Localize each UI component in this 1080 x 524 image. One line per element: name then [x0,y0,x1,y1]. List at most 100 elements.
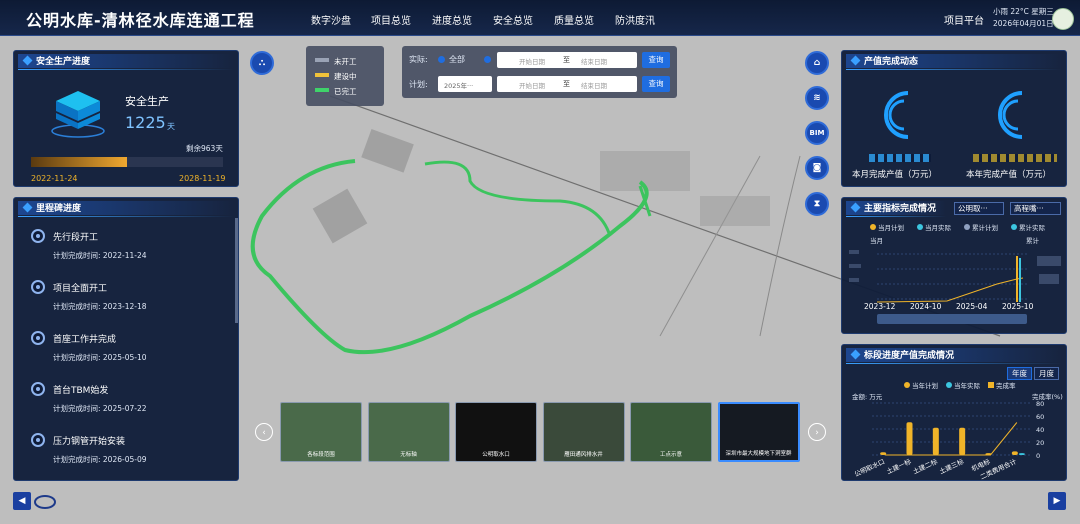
legend-swatch [315,88,329,92]
avatar[interactable] [1052,8,1074,30]
nav-flood-control[interactable]: 防洪度汛 [615,12,655,27]
rate-tick: 60 [1036,413,1044,421]
rate-tick: 20 [1036,439,1044,447]
plan-year-select[interactable]: 2025年··· [438,76,492,92]
category-label: 土建三标 [938,456,966,475]
legend-marker [988,382,994,388]
section-legend-label: 当年实际 [954,382,980,390]
legend-marker [1011,224,1017,230]
app-title: 公明水库-清林径水库连通工程 [26,11,255,30]
milestone-dot [31,229,45,243]
milestone-name: 项目全面开工 [53,284,108,294]
plan-to: 至 [563,80,570,88]
legend-label: 建设中 [334,72,357,81]
section-legend-label: 当年计划 [912,382,938,390]
rate-tick: 0 [1036,452,1040,460]
radio-all[interactable] [438,56,445,63]
legend-marker [904,382,910,388]
radio-custom[interactable] [484,56,491,63]
nav-progress-overview[interactable]: 进度总览 [432,12,472,27]
status-legend: 未开工 建设中 已完工 [306,46,384,106]
month-output-label: 本月完成产值（万元） [852,170,938,180]
milestone-name: 先行段开工 [53,233,99,243]
plan-start-input[interactable]: 开始日期 [519,80,545,90]
thumbnail-card[interactable]: 各标段范围 [280,402,362,462]
logo-icon [34,495,56,509]
thumb-next-button[interactable]: › [808,423,826,441]
tab-month[interactable]: 月度 [1034,367,1059,380]
thumbnail-card[interactable]: 雁田通风排水井 [542,402,625,462]
home-button[interactable]: ⌂ [805,51,829,75]
top-bar: 公明水库-清林径水库连通工程 数字沙盘 项目总览 进度总览 安全总览 质量总览 … [0,0,1080,36]
legend-label: 已完工 [334,87,357,96]
milestone-plan-date: 计划完成时间: 2026-05-09 [53,455,147,464]
server-icon [51,91,105,138]
actual-end-input[interactable]: 结束日期 [581,56,607,66]
category-label: 公明取水口 [853,457,886,479]
filter-box: 实际: 全部 开始日期 至 结束日期 查询 计划: 2025年··· 开始日期 … [402,46,677,98]
safety-end-date: 2028-11-19 [179,174,226,183]
section-legend-label: 完成率 [996,382,1016,390]
thumbnail-card[interactable]: 公明取水口 [455,402,537,462]
nav-quality-overview[interactable]: 质量总览 [554,12,594,27]
legend-swatch [315,73,329,77]
legend-marker [946,382,952,388]
safety-label: 安全生产 [125,95,169,108]
layers-button[interactable]: ≋ [805,86,829,110]
rate-tick: 80 [1036,400,1044,408]
nav-safety-overview[interactable]: 安全总览 [493,12,533,27]
thumbnail-card[interactable]: 工点示意 [630,402,712,462]
weather-info: 小雨 22°C 星期三 2026年04月01日 [993,6,1054,30]
hourglass-button[interactable]: ⧗ [805,192,829,216]
actual-query-button[interactable]: 查询 [642,52,670,68]
milestone-plan-date: 计划完成时间: 2022-11-24 [53,251,147,260]
milestone-dot [31,382,45,396]
thumb-prev-button[interactable]: ‹ [255,423,273,441]
actual-date-range[interactable]: 开始日期 至 结束日期 [497,52,637,68]
bar-plan [959,427,966,455]
indicator-chart [849,250,1061,324]
camera-button[interactable]: ◙ [805,156,829,180]
org-chart-button[interactable]: ⛬ [250,51,274,75]
bar-plan [1011,451,1018,455]
collapse-right-button[interactable]: ▶ [1048,492,1066,510]
indicator-x-tick: 2025-04 [956,302,988,311]
thumbnail-caption: 公明取水口 [482,452,510,458]
safety-progress-fill [31,157,127,167]
legend-marker [964,224,970,230]
plan-date-range[interactable]: 开始日期 至 结束日期 [497,76,637,92]
actual-label: 实际: [409,55,428,64]
indicator-panel: 主要指标完成情况 公明取··· 高程嘴··· 当月计划 当月实际 累计计划 累计实际 … [841,197,1067,334]
milestone-scrollbar[interactable] [235,218,238,323]
tab-year[interactable]: 年度 [1007,367,1032,380]
plan-label: 计划: [409,80,428,89]
output-panel: 产值完成动态 本月完成产值（万元） 本年完成产值（万元） [841,50,1067,187]
collapse-left-button[interactable]: ◀ [13,492,31,510]
safety-days-unit: 天 [167,122,175,131]
bim-button[interactable]: BIM [805,121,829,145]
indicator-legend-label: 当月计划 [878,224,904,232]
bar-plan [932,427,939,455]
month-ring-icon [884,91,909,139]
rate-line [885,422,1018,456]
indicator-legend-label: 当月实际 [925,224,951,232]
thumbnail-card[interactable]: 无标轴 [367,402,450,462]
section-bar-chart: 020406080公明取水口 土建一标 土建二标 土建三标 机电标二类费用合计 [853,400,1045,481]
plan-query-button[interactable]: 查询 [642,76,670,92]
nav-project-platform[interactable]: 项目平台 [944,12,984,27]
actual-start-input[interactable]: 开始日期 [519,56,545,66]
nav-digital-sandtable[interactable]: 数字沙盘 [311,12,351,27]
safety-start-date: 2022-11-24 [31,174,78,183]
month-value-blurred [869,154,931,162]
thumbnail-card[interactable]: 深圳市最大规模地下洞室群 [717,402,800,462]
thumbnail-caption: 工点示意 [659,452,682,458]
bar-plan [906,422,913,455]
section-panel: 标段进度产值完成情况 年度 月度 当年计划 当年实际 完成率 金额: 万元 完成率(… [841,344,1067,481]
indicator-select-1[interactable]: 公明取··· [954,202,1004,215]
year-ring-icon [998,91,1023,139]
nav-project-overview[interactable]: 项目总览 [371,12,411,27]
indicator-select-2[interactable]: 高程嘴··· [1010,202,1061,215]
plan-end-input[interactable]: 结束日期 [581,80,607,90]
actual-to: 至 [563,56,570,64]
indicator-x-tick: 2025-10 [1002,302,1034,311]
